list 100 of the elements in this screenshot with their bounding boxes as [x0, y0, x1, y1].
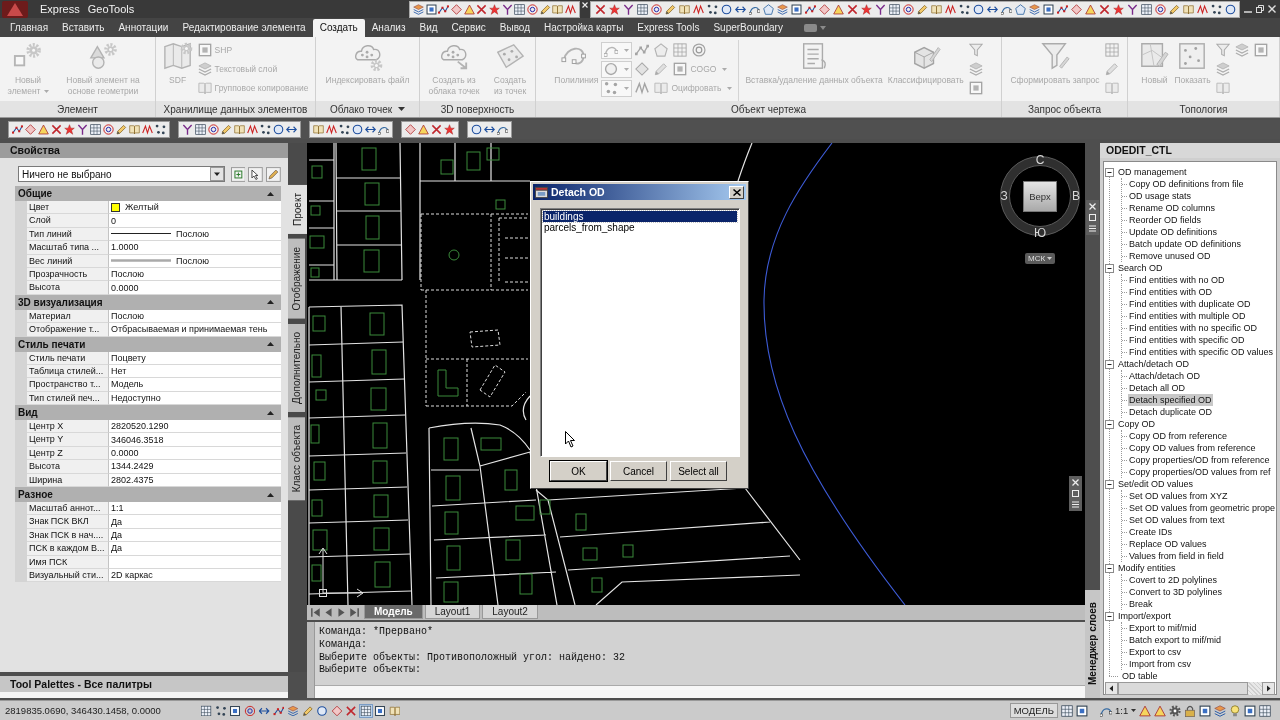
tree-item[interactable]: Batch update OD definitions — [1128, 238, 1243, 250]
diamond-icon[interactable] — [818, 3, 830, 15]
grid-icon[interactable] — [514, 3, 526, 15]
last-page-icon[interactable] — [349, 607, 360, 618]
tree-item[interactable]: Find entities with no specific OD — [1128, 322, 1259, 334]
points-icon[interactable] — [958, 3, 970, 15]
minus-box-icon[interactable] — [1105, 419, 1114, 429]
caret-icon[interactable] — [398, 107, 406, 111]
compass-direction[interactable]: С — [1035, 154, 1045, 166]
zigzag-icon[interactable] — [692, 3, 704, 15]
circle-icon[interactable] — [352, 124, 363, 135]
close-icon[interactable] — [1268, 5, 1276, 13]
layers-icon[interactable] — [1028, 3, 1040, 15]
target-icon[interactable] — [1154, 3, 1166, 15]
dialog-button[interactable]: OK — [550, 461, 607, 481]
fork-icon[interactable] — [182, 124, 193, 135]
triangle-icon[interactable] — [38, 124, 49, 135]
target-icon[interactable] — [208, 124, 219, 135]
book-icon[interactable] — [234, 124, 245, 135]
tree-item[interactable]: Find entities with multiple OD — [1128, 310, 1247, 322]
tree-item[interactable]: Rename OD columns — [1128, 202, 1217, 214]
circle-icon[interactable] — [972, 3, 984, 15]
zigzag-icon[interactable] — [247, 124, 258, 135]
menu-icon[interactable] — [1072, 501, 1079, 508]
star-icon[interactable] — [860, 3, 872, 15]
ribbon-tab[interactable]: Главная — [3, 19, 56, 37]
pencil-icon[interactable] — [301, 704, 314, 717]
app-logo-icon[interactable] — [2, 0, 28, 18]
property-value[interactable]: Модель — [109, 378, 281, 392]
triangle-icon[interactable] — [1154, 704, 1167, 717]
tree-item[interactable]: Set OD values from XYZ — [1128, 490, 1229, 502]
minus-box-icon[interactable] — [1105, 359, 1114, 369]
triangle-icon[interactable] — [1139, 704, 1152, 717]
close-icon[interactable] — [1072, 479, 1079, 486]
star-icon[interactable] — [608, 3, 620, 15]
tree-item[interactable]: Update OD definitions — [1128, 226, 1219, 238]
tree-item[interactable]: Values from field in field — [1128, 550, 1225, 562]
square-icon[interactable] — [425, 3, 437, 15]
circle-icon[interactable] — [720, 3, 732, 15]
tree-item[interactable]: Set OD values from geometric prope — [1128, 502, 1277, 514]
tree-item[interactable]: Find entities with specific OD values — [1128, 346, 1275, 358]
ribbon-tab[interactable]: Вставить — [55, 19, 112, 37]
tree-item[interactable]: Search OD — [1117, 262, 1164, 274]
minus-box-icon[interactable] — [1105, 263, 1114, 273]
pencil-icon[interactable] — [266, 166, 281, 182]
dialog-button[interactable]: Select all — [670, 461, 727, 481]
zigzag-icon[interactable] — [1196, 3, 1208, 15]
book-icon[interactable] — [930, 3, 942, 15]
layout-tab[interactable]: Модель — [364, 605, 423, 619]
list-item[interactable]: parcels_from_shape — [543, 222, 737, 233]
diamond-icon[interactable] — [405, 124, 416, 135]
square-icon[interactable] — [1199, 704, 1212, 717]
coordinate-system-dropdown[interactable]: МСК — [1025, 253, 1056, 264]
pencil-icon[interactable] — [664, 3, 676, 15]
fork-icon[interactable] — [622, 3, 634, 15]
grid-icon[interactable] — [1140, 3, 1152, 15]
double-arrow-icon[interactable] — [484, 124, 495, 135]
pencil-icon[interactable] — [116, 124, 127, 135]
palette-tab[interactable]: Проект — [288, 185, 307, 234]
triangle-icon[interactable] — [418, 124, 429, 135]
grid-icon[interactable] — [90, 124, 101, 135]
double-arrow-icon[interactable] — [286, 124, 297, 135]
layers-icon[interactable] — [1214, 704, 1227, 717]
triangle-icon[interactable] — [463, 3, 475, 15]
diamond-icon[interactable] — [330, 704, 343, 717]
tree-item[interactable]: Convert to 3D polylines — [1128, 586, 1224, 598]
scroll-thumb[interactable] — [1118, 682, 1248, 695]
book-icon[interactable] — [313, 124, 324, 135]
menu-item[interactable]: Express — [40, 3, 80, 15]
points-icon[interactable] — [214, 704, 227, 717]
tree-item[interactable]: Find entities with duplicate OD — [1128, 298, 1252, 310]
palette-tab[interactable]: Класс объекта — [288, 416, 305, 500]
curve-icon[interactable] — [497, 124, 508, 135]
selection-dropdown[interactable]: Ничего не выбрано — [18, 166, 225, 182]
dialog-button[interactable]: Cancel — [610, 461, 667, 481]
layout-tab[interactable]: Layout2 — [482, 605, 538, 619]
tree-item[interactable]: Import from csv — [1128, 658, 1192, 670]
triangle-icon[interactable] — [1084, 3, 1096, 15]
plus-square-icon[interactable] — [230, 166, 246, 182]
palette-tab[interactable]: Менеджер слоев — [1085, 590, 1100, 698]
tree-item[interactable]: Copy OD from reference — [1128, 430, 1229, 442]
square-icon[interactable] — [1042, 3, 1054, 15]
target-icon[interactable] — [902, 3, 914, 15]
points-icon[interactable] — [1210, 3, 1222, 15]
layout-tab[interactable]: Layout1 — [424, 605, 481, 619]
cross-icon[interactable] — [846, 3, 858, 15]
polyline-icon[interactable] — [1056, 3, 1068, 15]
book-icon[interactable] — [1182, 3, 1194, 15]
fork-icon[interactable] — [77, 124, 88, 135]
tree-item[interactable]: OD table — [1121, 670, 1159, 682]
section-header[interactable]: Вид — [15, 405, 281, 421]
circle-icon[interactable] — [316, 704, 329, 717]
ribbon-tab[interactable]: Express Tools — [630, 19, 707, 37]
fork-icon[interactable] — [501, 3, 513, 15]
square-icon[interactable] — [229, 704, 242, 717]
cross-icon[interactable] — [594, 3, 606, 15]
tree-item[interactable]: Find entities with specific OD — [1128, 334, 1246, 346]
book-icon[interactable] — [129, 124, 140, 135]
minus-box-icon[interactable] — [1105, 611, 1114, 621]
cross-icon[interactable] — [476, 3, 488, 15]
